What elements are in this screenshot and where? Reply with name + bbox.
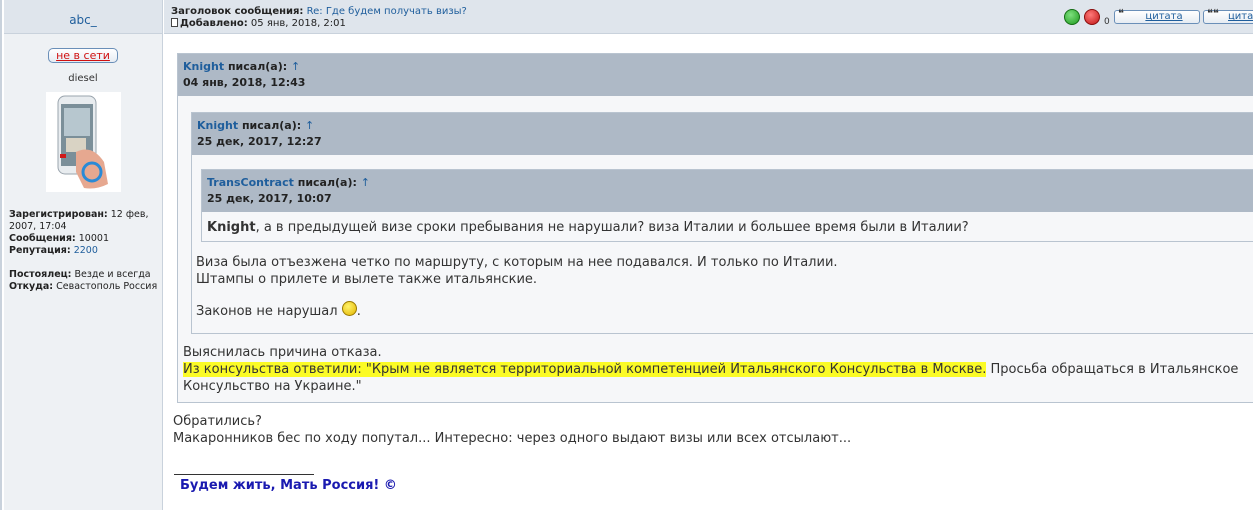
messages-label: Сообщения: xyxy=(9,233,76,244)
quote-date: 25 дек, 2017, 12:27 xyxy=(197,135,322,148)
quote-wrote-label: писал(а): xyxy=(241,119,302,132)
author-info: Зарегистрирован: 12 фев, 2007, 17:04 Соо… xyxy=(4,209,162,293)
quote-author-link[interactable]: Knight xyxy=(197,119,238,132)
registered-label: Зарегистрирован: xyxy=(9,209,108,220)
from-value: Севастополь Россия xyxy=(56,281,158,292)
jump-to-post-icon[interactable]: ↑ xyxy=(361,176,370,189)
multiquote-button[interactable]: ❝❝ цитата xyxy=(1203,7,1253,24)
subject-label: Заголовок сообщения: xyxy=(171,6,304,17)
added-value: 05 янв, 2018, 2:01 xyxy=(250,18,346,29)
speech-bubble-icon: ❝ xyxy=(1118,7,1124,20)
quote-line-end: . xyxy=(356,304,361,319)
quote-line: Из консульства ответили: "Крым не являет… xyxy=(183,361,1238,378)
post-line: Обратились? xyxy=(173,414,262,429)
author-username[interactable]: abc_ xyxy=(69,13,97,27)
jump-to-post-icon[interactable]: ↑ xyxy=(305,119,314,132)
quote-text-body: , а в предыдущей визе сроки пребывания н… xyxy=(255,220,969,235)
from-label: Откуда: xyxy=(9,281,54,292)
quote-text: Выяснилась причина отказа. Из консульств… xyxy=(183,344,1238,395)
document-icon xyxy=(171,18,178,27)
reputation-minus-icon[interactable] xyxy=(1084,9,1100,25)
quote-line-text: Законов не нарушал xyxy=(196,304,338,319)
quote-bold-name: Knight xyxy=(207,220,256,235)
quote-wrote-label: писал(а): xyxy=(297,176,357,189)
speech-bubble-icon: ❝❝ xyxy=(1207,7,1219,20)
reputation-label: Репутация: xyxy=(9,245,71,256)
quote-author-link[interactable]: Knight xyxy=(183,60,224,73)
post-line: Макаронников бес по ходу попутал... Инте… xyxy=(173,431,852,446)
quote-line-rest: Просьба обращаться в Итальянское xyxy=(986,362,1239,377)
quote-line: Законов не нарушал . xyxy=(196,301,838,320)
post-content: Заголовок сообщения: Re: Где будем получ… xyxy=(164,0,1253,510)
highlighted-text: Из консульства ответили: "Крым не являет… xyxy=(183,362,987,377)
post-header: Заголовок сообщения: Re: Где будем получ… xyxy=(164,0,1253,34)
quote-author-link[interactable]: TransContract xyxy=(207,176,294,189)
post-body: Обратились? Макаронников бес по ходу поп… xyxy=(173,413,851,447)
signature: Будем жить, Мать Россия! © xyxy=(180,478,397,493)
quote-button-label: цитата xyxy=(1145,11,1183,22)
author-header: abc_ xyxy=(4,0,162,34)
resident-label: Постоялец: xyxy=(9,269,72,280)
subject-link[interactable]: Re: Где будем получать визы? xyxy=(307,6,467,17)
jump-to-post-icon[interactable]: ↑ xyxy=(291,60,300,73)
author-panel: abc_ не в сети diesel Зарегистрирован: 1… xyxy=(4,0,163,510)
quote-header: Knight писал(а): ↑ 04 янв, 2018, 12:43 xyxy=(178,54,1253,96)
quote-block-inner: TransContract писал(а): ↑ 25 дек, 2017, … xyxy=(201,169,1253,242)
quote-line: Выяснилась причина отказа. xyxy=(183,345,382,360)
signature-divider xyxy=(174,474,314,475)
smiley-icon xyxy=(341,301,357,316)
author-rank: diesel xyxy=(68,73,98,84)
quote-text: Виза была отъезжена четко по маршруту, с… xyxy=(196,254,838,320)
quote-wrote-label: писал(а): xyxy=(227,60,288,73)
reputation-count: 0 xyxy=(1104,17,1110,27)
messages-value: 10001 xyxy=(78,233,109,244)
quote-block-middle: Knight писал(а): ↑ 25 дек, 2017, 12:27 T… xyxy=(191,112,1253,334)
quote-block-outer: Knight писал(а): ↑ 04 янв, 2018, 12:43 K… xyxy=(177,53,1253,403)
phone-avatar-image xyxy=(45,92,121,192)
quote-header: TransContract писал(а): ↑ 25 дек, 2017, … xyxy=(202,170,1253,212)
quote-button[interactable]: ❝ цитата xyxy=(1114,7,1200,24)
quote-text: Knight, а в предыдущей визе сроки пребыв… xyxy=(202,212,1253,236)
added-label: Добавлено: xyxy=(180,18,248,29)
avatar xyxy=(45,92,121,192)
post-tools: 0 ❝ цитата ❝❝ цитата xyxy=(1064,8,1253,28)
online-status-button[interactable]: не в сети xyxy=(48,48,118,63)
forum-post: abc_ не в сети diesel Зарегистрирован: 1… xyxy=(0,0,1253,510)
quote-line: Виза была отъезжена четко по маршруту, с… xyxy=(196,255,838,270)
resident-value: Везде и всегда xyxy=(74,269,151,280)
reputation-value[interactable]: 2200 xyxy=(74,245,98,256)
quote-date: 25 дек, 2017, 10:07 xyxy=(207,192,332,205)
quote-header: Knight писал(а): ↑ 25 дек, 2017, 12:27 xyxy=(192,113,1253,155)
quote-line: Штампы о прилете и вылете также итальянс… xyxy=(196,272,538,287)
reputation-plus-icon[interactable] xyxy=(1064,9,1080,25)
quote-date: 04 янв, 2018, 12:43 xyxy=(183,76,306,89)
quote-line: Консульство на Украине." xyxy=(183,379,362,394)
